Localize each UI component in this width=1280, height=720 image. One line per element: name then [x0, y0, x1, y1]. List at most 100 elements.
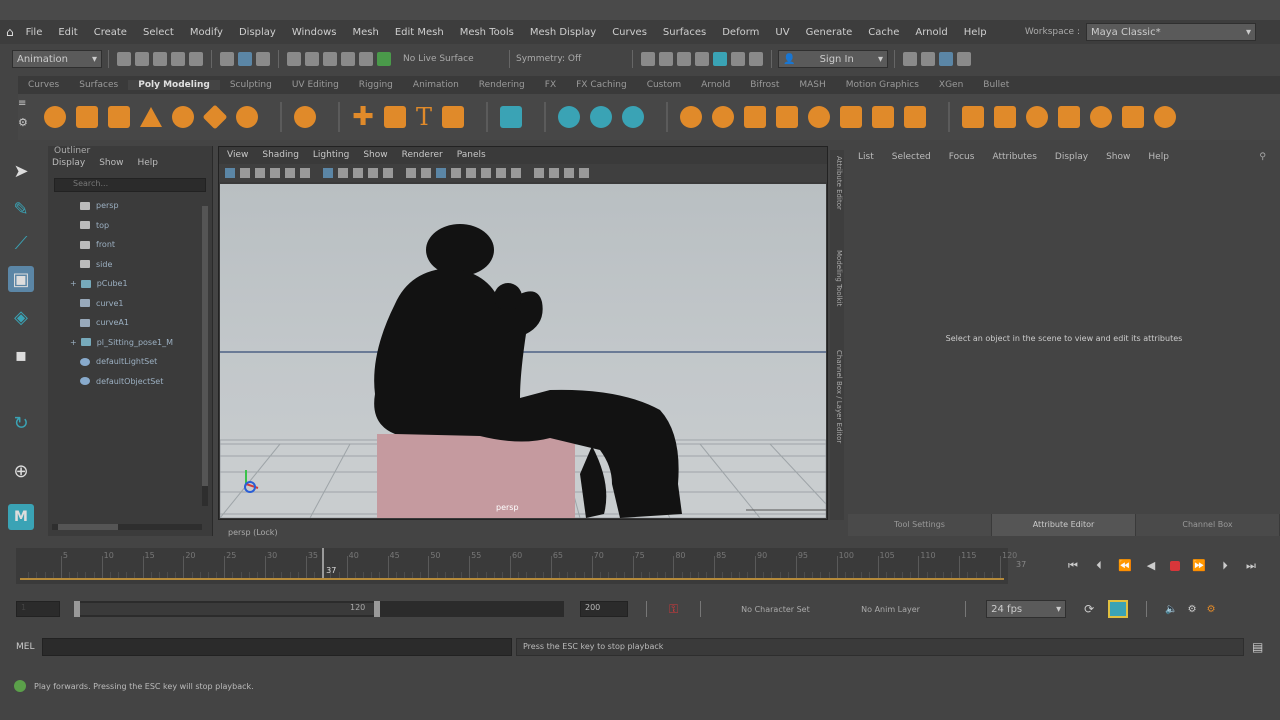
outliner-hscrollbar[interactable]	[52, 524, 202, 530]
sound-icon[interactable]: 🔈	[1165, 604, 1177, 615]
xray-components-icon[interactable]	[579, 168, 589, 178]
resolution-gate-icon[interactable]	[353, 168, 363, 178]
super-shape-icon[interactable]	[294, 106, 316, 128]
new-scene-icon[interactable]	[117, 52, 131, 66]
side-tab-attribute-editor[interactable]: Attribute Editor	[831, 156, 843, 236]
viewport-menu-show[interactable]: Show	[363, 150, 387, 160]
poly-sphere-icon[interactable]	[44, 106, 66, 128]
outliner-menu-display[interactable]: Display	[52, 158, 85, 174]
menu-create[interactable]: Create	[94, 27, 127, 38]
select-tool-icon[interactable]: ➤	[8, 158, 34, 184]
select-by-object-icon[interactable]	[238, 52, 252, 66]
grease-pencil-icon[interactable]	[300, 168, 310, 178]
mode-dropdown[interactable]: Animation ▾	[12, 50, 102, 68]
outliner-item[interactable]: curve1	[48, 294, 212, 314]
shelf-tab-motion-graphics[interactable]: Motion Graphics	[836, 80, 929, 90]
shelf-options-icon[interactable]: ≡	[18, 98, 26, 109]
poly-disc-icon[interactable]	[236, 106, 258, 128]
outliner-item[interactable]: persp	[48, 196, 212, 216]
tab-tool-settings[interactable]: Tool Settings	[848, 514, 992, 536]
outliner-item[interactable]: side	[48, 255, 212, 275]
playback-settings-icon[interactable]	[1108, 600, 1129, 618]
loop-icon[interactable]: ⟳	[1084, 602, 1094, 616]
multi-cut-icon[interactable]	[622, 106, 645, 128]
ae-menu-help[interactable]: Help	[1148, 152, 1169, 162]
render-setup-icon[interactable]	[731, 52, 745, 66]
render-settings-icon[interactable]	[695, 52, 709, 66]
undo-icon[interactable]	[171, 52, 185, 66]
ae-menu-show[interactable]: Show	[1106, 152, 1130, 162]
shelf-tab-mash[interactable]: MASH	[789, 80, 835, 90]
outliner-item[interactable]: + pl_Sitting_pose1_M	[48, 333, 212, 353]
step-back-key-icon[interactable]: ⏪	[1118, 560, 1132, 572]
fps-dropdown[interactable]: 24 fps ▾	[986, 600, 1067, 618]
viewport-menu-lighting[interactable]: Lighting	[313, 150, 349, 160]
redo-icon[interactable]	[189, 52, 203, 66]
side-tab-modeling-toolkit[interactable]: Modeling Toolkit	[831, 250, 843, 340]
menu-display[interactable]: Display	[239, 27, 276, 38]
reduce-icon[interactable]	[1090, 106, 1113, 128]
time-slider[interactable]: 5 10 15 20 25 30 35 40 45 50 55 60 65 70 75 80 85 90 95 100…	[16, 548, 1017, 584]
gate-mask-icon[interactable]	[368, 168, 378, 178]
sculpt-tool-icon[interactable]	[558, 106, 581, 128]
snap-together-icon[interactable]: ⊕	[8, 458, 34, 484]
expand-icon[interactable]: +	[70, 279, 77, 288]
animation-start-field[interactable]: 1	[16, 601, 60, 617]
offset-edge-loop-icon[interactable]	[904, 106, 927, 128]
isolate-select-icon[interactable]	[534, 168, 544, 178]
snap-curve-icon[interactable]	[305, 52, 319, 66]
ipr-render-icon[interactable]	[677, 52, 691, 66]
snap-view-icon[interactable]	[341, 52, 355, 66]
snap-point-icon[interactable]	[323, 52, 337, 66]
render-frame-icon[interactable]	[659, 52, 673, 66]
shelf-tab-uv-editing[interactable]: UV Editing	[282, 80, 349, 90]
film-gate-icon[interactable]	[338, 168, 348, 178]
menu-cache[interactable]: Cache	[868, 27, 899, 38]
smooth-mesh-icon[interactable]	[590, 106, 613, 128]
bevel-icon[interactable]	[776, 106, 799, 128]
shelf-tab-curves[interactable]: Curves	[18, 80, 69, 90]
field-chart-icon[interactable]	[383, 168, 393, 178]
key-settings-icon[interactable]: ⚙	[1207, 604, 1216, 615]
viewport-menu-view[interactable]: View	[227, 150, 248, 160]
use-all-lights-icon[interactable]	[466, 168, 476, 178]
image-plane-icon[interactable]	[270, 168, 280, 178]
poly-cube-icon[interactable]	[76, 106, 98, 128]
play-backwards-icon[interactable]: ◀	[1144, 560, 1158, 572]
shelf-tab-bifrost[interactable]: Bifrost	[740, 80, 789, 90]
lasso-tool-icon[interactable]: ✎	[8, 196, 34, 222]
sign-in-dropdown[interactable]: 👤 Sign In ▾	[778, 50, 888, 68]
animation-end-field[interactable]: 200	[580, 601, 628, 617]
shelf-tab-arnold[interactable]: Arnold	[691, 80, 740, 90]
outliner-vscrollbar[interactable]	[202, 206, 208, 506]
shelf-tab-xgen[interactable]: XGen	[929, 80, 973, 90]
home-icon[interactable]: ⌂	[6, 25, 14, 39]
extrude-icon[interactable]	[744, 106, 767, 128]
outliner-menu-show[interactable]: Show	[99, 158, 123, 174]
outliner-item[interactable]: defaultLightSet	[48, 352, 212, 372]
menu-mesh[interactable]: Mesh	[352, 27, 378, 38]
attribute-editor-toggle-icon[interactable]	[921, 52, 935, 66]
arnold-render-icon[interactable]	[749, 52, 763, 66]
ae-menu-list[interactable]: List	[858, 152, 874, 162]
smooth-shade-icon[interactable]	[421, 168, 431, 178]
menu-arnold[interactable]: Arnold	[915, 27, 947, 38]
snap-surface-icon[interactable]	[359, 52, 373, 66]
range-slider[interactable]: 1 120	[74, 601, 564, 617]
bridge-icon[interactable]	[712, 106, 735, 128]
shelf-tab-rendering[interactable]: Rendering	[469, 80, 535, 90]
rotate-tool-icon[interactable]: ◈	[8, 304, 34, 330]
menu-generate[interactable]: Generate	[806, 27, 853, 38]
viewport-menu-renderer[interactable]: Renderer	[402, 150, 443, 160]
script-editor-icon[interactable]: ▤	[1252, 640, 1263, 654]
hypershade-icon[interactable]	[713, 52, 727, 66]
channel-box-toggle-icon[interactable]	[939, 52, 953, 66]
shelf-tab-fx[interactable]: FX	[535, 80, 566, 90]
expand-icon[interactable]: +	[70, 338, 77, 347]
quad-draw-icon[interactable]	[1122, 106, 1145, 128]
shelf-tab-poly-modeling[interactable]: Poly Modeling	[128, 80, 220, 90]
textured-icon[interactable]	[451, 168, 461, 178]
poly-torus-icon[interactable]	[172, 106, 194, 128]
tab-attribute-editor[interactable]: Attribute Editor	[992, 514, 1136, 536]
shelf-tab-surfaces[interactable]: Surfaces	[69, 80, 128, 90]
